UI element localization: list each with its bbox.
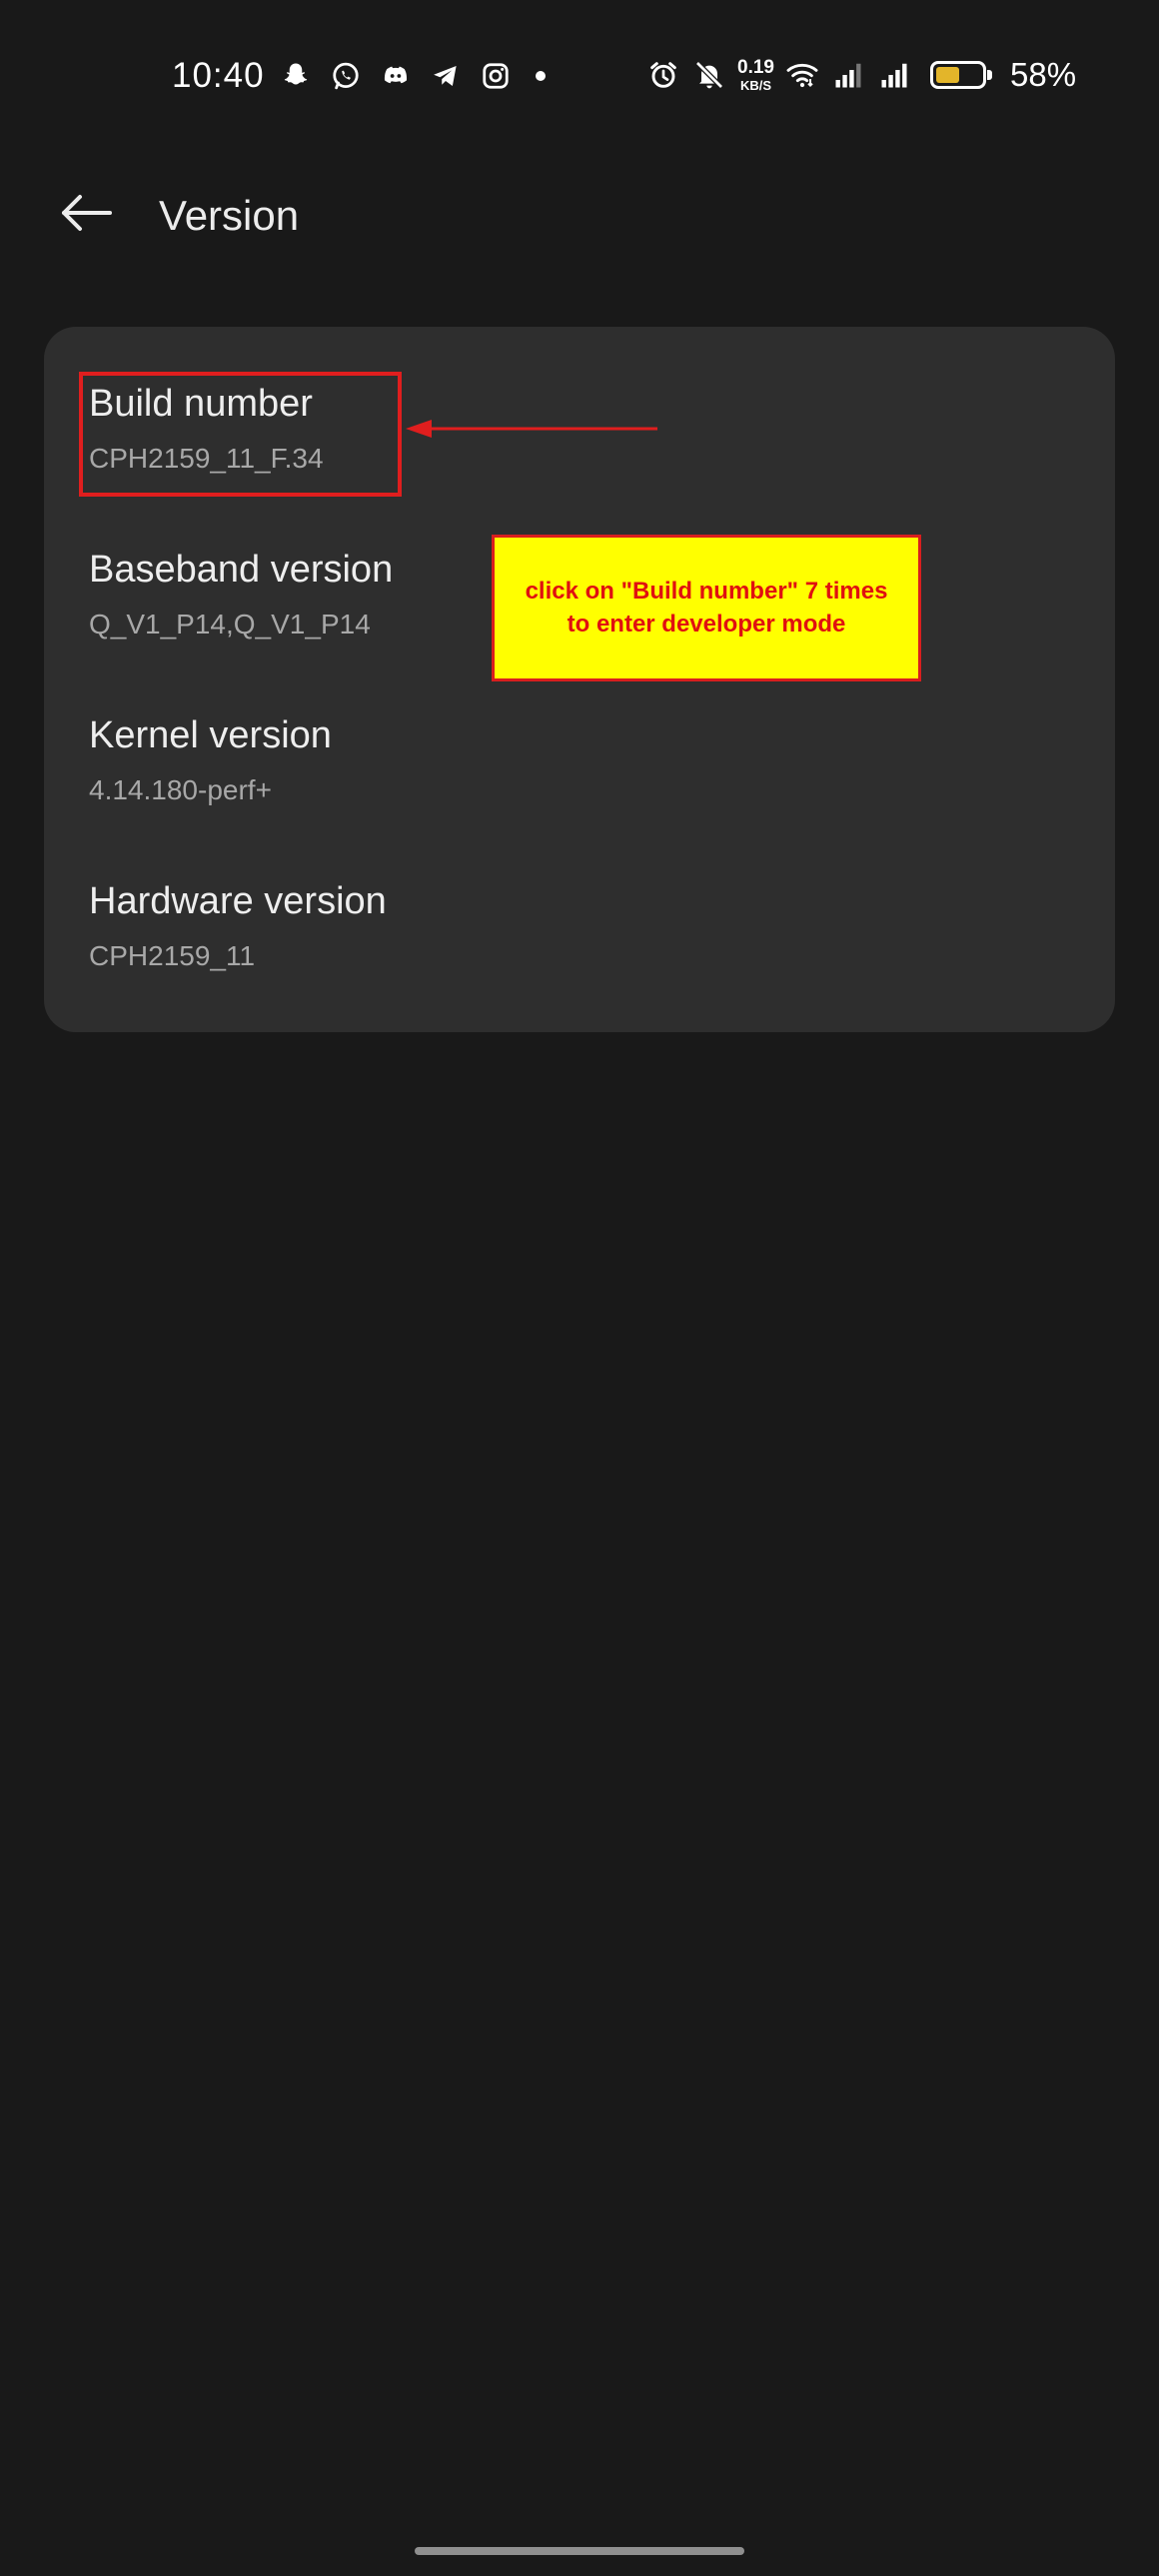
annotation-line-1: click on "Build number" 7 times xyxy=(525,578,888,606)
battery-icon xyxy=(929,61,992,89)
mute-icon xyxy=(691,57,727,93)
snapchat-icon xyxy=(278,58,314,94)
alarm-icon xyxy=(645,57,681,93)
battery-level-fill xyxy=(935,67,959,83)
more-notifications-dot xyxy=(536,71,546,81)
battery-percent: 58% xyxy=(1009,56,1077,93)
network-speed: 0.19 KB/S xyxy=(737,58,774,92)
discord-icon xyxy=(378,58,414,94)
whatsapp-icon xyxy=(328,58,364,94)
item-value: 4.14.180-perf+ xyxy=(89,773,272,805)
page-title: Version xyxy=(159,192,300,239)
network-speed-unit: KB/S xyxy=(739,78,772,93)
build-number-highlight xyxy=(79,372,402,497)
notification-icons xyxy=(278,58,546,94)
network-speed-value: 0.19 xyxy=(737,57,774,78)
signal-icon xyxy=(830,57,866,93)
system-status-icons: 0.19 KB/S 58% xyxy=(645,56,1076,94)
status-bar: 10:40 0.19 KB/S 58% xyxy=(0,0,1159,156)
telegram-icon xyxy=(428,58,464,94)
back-button[interactable] xyxy=(56,188,116,238)
app-header: Version xyxy=(0,170,1159,258)
gesture-nav-handle[interactable] xyxy=(415,2547,744,2555)
wifi-icon xyxy=(784,57,820,93)
annotation-arrow-icon xyxy=(406,420,657,438)
signal-icon xyxy=(876,57,912,93)
item-title: Kernel version xyxy=(89,714,332,756)
instagram-icon xyxy=(478,58,514,94)
annotation-line-2: to enter developer mode xyxy=(567,610,846,638)
kernel-version-item[interactable]: Kernel version 4.14.180-perf+ xyxy=(89,713,988,806)
version-screen: 10:40 0.19 KB/S 58% Version Build number… xyxy=(0,0,1159,2576)
annotation-callout: click on "Build number" 7 times to enter… xyxy=(492,535,921,681)
item-title: Hardware version xyxy=(89,880,387,922)
arrow-left-icon xyxy=(62,195,112,231)
item-value: CPH2159_11 xyxy=(89,939,256,971)
hardware-version-item[interactable]: Hardware version CPH2159_11 xyxy=(89,879,988,972)
status-time: 10:40 xyxy=(172,56,265,95)
